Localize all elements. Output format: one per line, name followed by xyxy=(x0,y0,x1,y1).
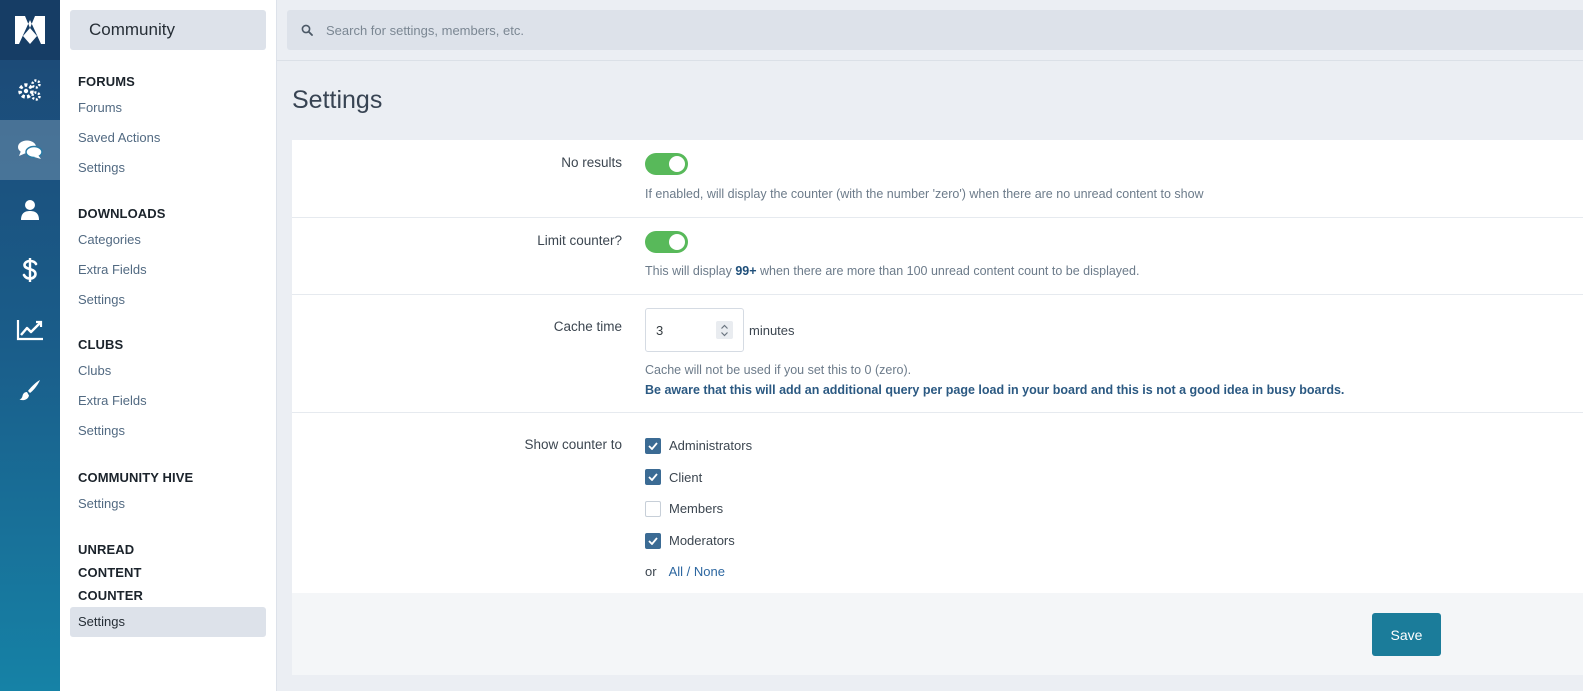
nav-link-unread-counter-settings[interactable]: Settings xyxy=(70,607,266,637)
page-title: Settings xyxy=(292,86,383,114)
setting-label-limit-counter: Limit counter? xyxy=(537,233,622,248)
section-title-unread-content-counter: UNREAD CONTENT COUNTER xyxy=(78,542,143,603)
select-all-none-row: or All / None xyxy=(645,556,1583,587)
check-icon xyxy=(648,473,658,482)
rail-item-system[interactable] xyxy=(0,60,60,120)
community-icon xyxy=(18,140,43,159)
stats-icon xyxy=(16,320,43,341)
toggle-knob xyxy=(669,156,685,172)
settings-form: No results If enabled, will display the … xyxy=(292,140,1583,675)
setting-label-show-counter: Show counter to xyxy=(524,437,622,452)
all-none-link[interactable]: All / None xyxy=(669,564,725,579)
checkbox-members[interactable] xyxy=(645,500,661,517)
section-title-forums: FORUMS xyxy=(78,74,135,89)
section-title-community-hive: COMMUNITY HIVE xyxy=(78,470,194,485)
stepper-icon[interactable] xyxy=(716,321,733,339)
checkbox-label: Client xyxy=(669,469,703,485)
toggle-knob xyxy=(669,234,685,250)
nav-link-forums-settings[interactable]: Settings xyxy=(60,153,276,183)
cache-time-input[interactable] xyxy=(656,309,711,351)
nav-link-downloads-settings[interactable]: Settings xyxy=(60,285,276,315)
setting-row-limit-counter: Limit counter? This will display 99+ whe… xyxy=(292,218,1583,295)
toggle-no-results[interactable] xyxy=(645,153,688,175)
toggle-limit-counter[interactable] xyxy=(645,231,688,253)
logo[interactable] xyxy=(0,0,60,60)
setting-label-cache-time: Cache time xyxy=(553,319,622,334)
limit-value: 99+ xyxy=(735,264,757,278)
nav-link-clubs-extra-fields[interactable]: Extra Fields xyxy=(60,386,276,416)
app-title: Community xyxy=(70,10,266,50)
checkbox-row-administrators[interactable]: Administrators xyxy=(645,430,1583,462)
checkbox-label: Moderators xyxy=(669,533,735,549)
setting-row-show-counter: Show counter to Administrators Client Me… xyxy=(292,413,1583,593)
nav-link-clubs[interactable]: Clubs xyxy=(60,356,276,386)
setting-desc-cache-time: Cache will not be used if you set this t… xyxy=(645,363,912,377)
cache-time-field[interactable] xyxy=(645,308,744,352)
cache-time-unit: minutes xyxy=(749,322,795,338)
nav-link-saved-actions[interactable]: Saved Actions xyxy=(60,123,276,153)
rail-item-commerce[interactable] xyxy=(0,240,60,300)
checkbox-label: Administrators xyxy=(669,438,753,454)
setting-row-no-results: No results If enabled, will display the … xyxy=(292,140,1583,218)
save-button[interactable]: Save xyxy=(1372,613,1441,656)
rail-item-customization[interactable] xyxy=(0,360,60,420)
form-footer: Save xyxy=(292,593,1583,675)
checkbox-row-members[interactable]: Members xyxy=(645,493,1583,525)
checkbox-row-moderators[interactable]: Moderators xyxy=(645,525,1583,557)
setting-row-cache-time: Cache time minutes Cache will not be use… xyxy=(292,295,1583,413)
logo-icon xyxy=(15,16,45,44)
checkbox-moderators[interactable] xyxy=(645,532,661,549)
sub-navigation: Community FORUMS Forums Saved Actions Se… xyxy=(60,0,277,691)
setting-desc-no-results: If enabled, will display the counter (wi… xyxy=(645,187,1204,201)
nav-link-downloads-extra-fields[interactable]: Extra Fields xyxy=(60,255,276,285)
nav-link-clubs-settings[interactable]: Settings xyxy=(60,416,276,446)
checkbox-row-client[interactable]: Client xyxy=(645,462,1583,494)
nav-link-community-hive-settings[interactable]: Settings xyxy=(60,489,276,519)
section-title-downloads: DOWNLOADS xyxy=(78,206,166,221)
rail-item-members[interactable] xyxy=(0,180,60,240)
checkbox-label: Members xyxy=(669,501,724,517)
system-icon xyxy=(18,79,41,101)
checkbox-administrators[interactable] xyxy=(645,437,661,454)
nav-link-categories[interactable]: Categories xyxy=(60,225,276,255)
section-title-clubs: CLUBS xyxy=(78,337,124,352)
or-label: or xyxy=(645,564,657,580)
header xyxy=(277,0,1583,61)
check-icon xyxy=(648,537,658,545)
rail-item-stats[interactable] xyxy=(0,300,60,360)
nav-link-forums[interactable]: Forums xyxy=(60,93,276,123)
rail-item-community[interactable] xyxy=(0,120,60,180)
search-input[interactable] xyxy=(326,10,926,50)
members-icon xyxy=(21,200,39,220)
checkbox-client[interactable] xyxy=(645,469,661,486)
search-bar[interactable] xyxy=(287,10,1583,50)
icon-rail xyxy=(0,0,60,691)
customization-icon xyxy=(19,380,40,401)
check-icon xyxy=(648,442,658,450)
setting-label-no-results: No results xyxy=(561,155,622,170)
commerce-icon xyxy=(22,258,38,282)
setting-desc-limit-counter: This will display 99+ when there are mor… xyxy=(645,264,1140,278)
search-icon xyxy=(301,24,313,39)
setting-warning-cache-time: Be aware that this will add an additiona… xyxy=(645,383,1345,397)
